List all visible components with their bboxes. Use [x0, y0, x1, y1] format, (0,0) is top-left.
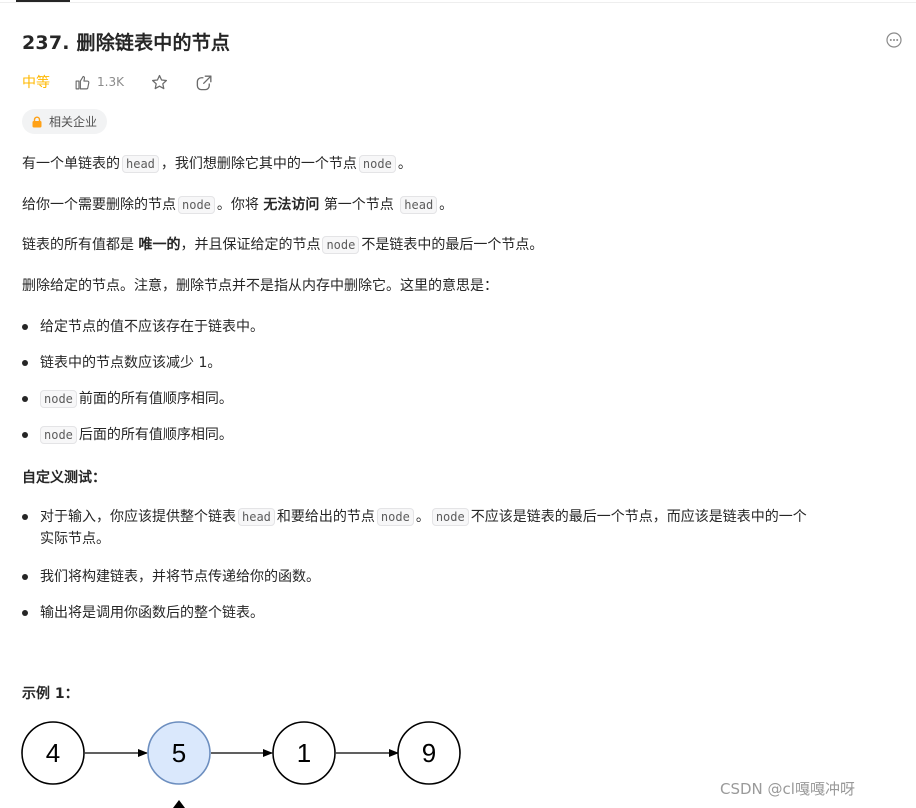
bullet: [22, 324, 28, 330]
bullet: [22, 360, 28, 366]
list-item: 输出将是调用你函数后的整个链表。: [40, 605, 264, 621]
favorite-button[interactable]: [150, 73, 169, 92]
share-icon: [196, 74, 212, 90]
list-item: 给定节点的值不应该存在于链表中。: [40, 319, 264, 335]
related-companies-label: 相关企业: [49, 115, 98, 129]
text: 后面的所有值顺序相同。: [78, 427, 233, 443]
text: 和要给出的节点: [276, 509, 375, 525]
bullet: [22, 574, 28, 580]
inline-code: node: [431, 508, 469, 526]
list-item: 对于输入，你应该提供整个链表 head 和要给出的节点 node。 node 不应该是链表…: [40, 506, 807, 528]
top-divider: [0, 2, 916, 3]
difficulty-badge: 中等: [22, 75, 50, 91]
inline-code: node: [40, 426, 77, 444]
custom-test-heading: 自定义测试：: [22, 470, 106, 486]
list-item: 我们将构建链表，并将节点传递给你的函数。: [40, 569, 320, 585]
problem-page: 237. 删除链表中的节点 中等 1.3K 相关企业 有一个单链表的 head …: [0, 0, 916, 808]
text: ，我们想删除它其中的一个节点: [160, 156, 357, 172]
node-value: 9: [422, 738, 436, 768]
inline-code: head: [400, 196, 438, 214]
watermark: CSDN @cl嘎嘎冲呀: [720, 780, 855, 798]
text: 对于输入，你应该提供整个链表: [40, 509, 236, 525]
text: 第一个节点: [323, 197, 394, 213]
description-p1: 有一个单链表的 head ，我们想删除它其中的一个节点 node。: [22, 153, 412, 175]
text: 前面的所有值顺序相同。: [78, 391, 233, 407]
text: 。你将: [216, 197, 259, 213]
problem-title: 237. 删除链表中的节点: [22, 32, 231, 54]
inline-code: node: [178, 196, 215, 214]
meta-row: 中等 1.3K: [22, 70, 240, 94]
list-item: node 前面的所有值顺序相同。: [40, 388, 233, 410]
related-companies-tag[interactable]: 相关企业: [22, 109, 108, 134]
inline-code: head: [238, 508, 275, 526]
text: 。: [397, 156, 412, 172]
bullet: [22, 396, 28, 402]
description-p2: 给你一个需要删除的节点 node 。你将 无法访问 第一个节点 head。: [22, 194, 453, 216]
thumbs-up-icon: [75, 75, 90, 89]
example-heading: 示例 1：: [22, 686, 79, 702]
inline-code: head: [122, 155, 159, 173]
bullet: [22, 432, 28, 438]
text: 。: [439, 197, 454, 213]
share-button[interactable]: [195, 73, 214, 92]
linked-list-diagram: 4 5 1 9: [21, 721, 461, 808]
pointer-arrow-up: [173, 800, 185, 808]
text: 。: [415, 509, 430, 525]
inline-code: node: [358, 155, 396, 173]
text: 给你一个需要删除的节点: [22, 197, 176, 213]
inline-code: node: [322, 236, 360, 254]
text: 不是链表中的最后一个节点。: [361, 237, 544, 253]
bold-text: 无法访问: [263, 197, 320, 213]
description-p3: 链表的所有值都是 唯一的，并且保证给定的节点 node 不是链表中的最后一个节点。: [22, 234, 543, 256]
inline-code: node: [40, 390, 77, 408]
list-item: node 后面的所有值顺序相同。: [40, 424, 233, 446]
like-button[interactable]: 1.3K: [74, 74, 124, 91]
like-count: 1.3K: [97, 75, 124, 89]
more-icon[interactable]: [886, 32, 902, 48]
inline-code: node: [376, 508, 414, 526]
text: 链表的所有值都是: [22, 237, 134, 253]
text: ，并且保证给定的节点: [180, 237, 321, 253]
star-icon: [151, 74, 167, 89]
bullet: [22, 514, 28, 520]
text: 不应该是链表的最后一个节点，而应该是链表中的一个: [470, 509, 807, 525]
node-value: 1: [297, 738, 311, 768]
lock-icon: [32, 116, 42, 127]
list-item: 链表中的节点数应该减少 1。: [40, 355, 222, 371]
list-item-continuation: 实际节点。: [40, 531, 110, 547]
node-value: 4: [46, 738, 60, 768]
text: 有一个单链表的: [22, 156, 120, 172]
bullet: [22, 610, 28, 616]
node-value: 5: [172, 738, 186, 768]
description-p4: 删除给定的节点。注意，删除节点并不是指从内存中删除它。这里的意思是：: [22, 278, 498, 294]
bold-text: 唯一的: [138, 237, 181, 253]
